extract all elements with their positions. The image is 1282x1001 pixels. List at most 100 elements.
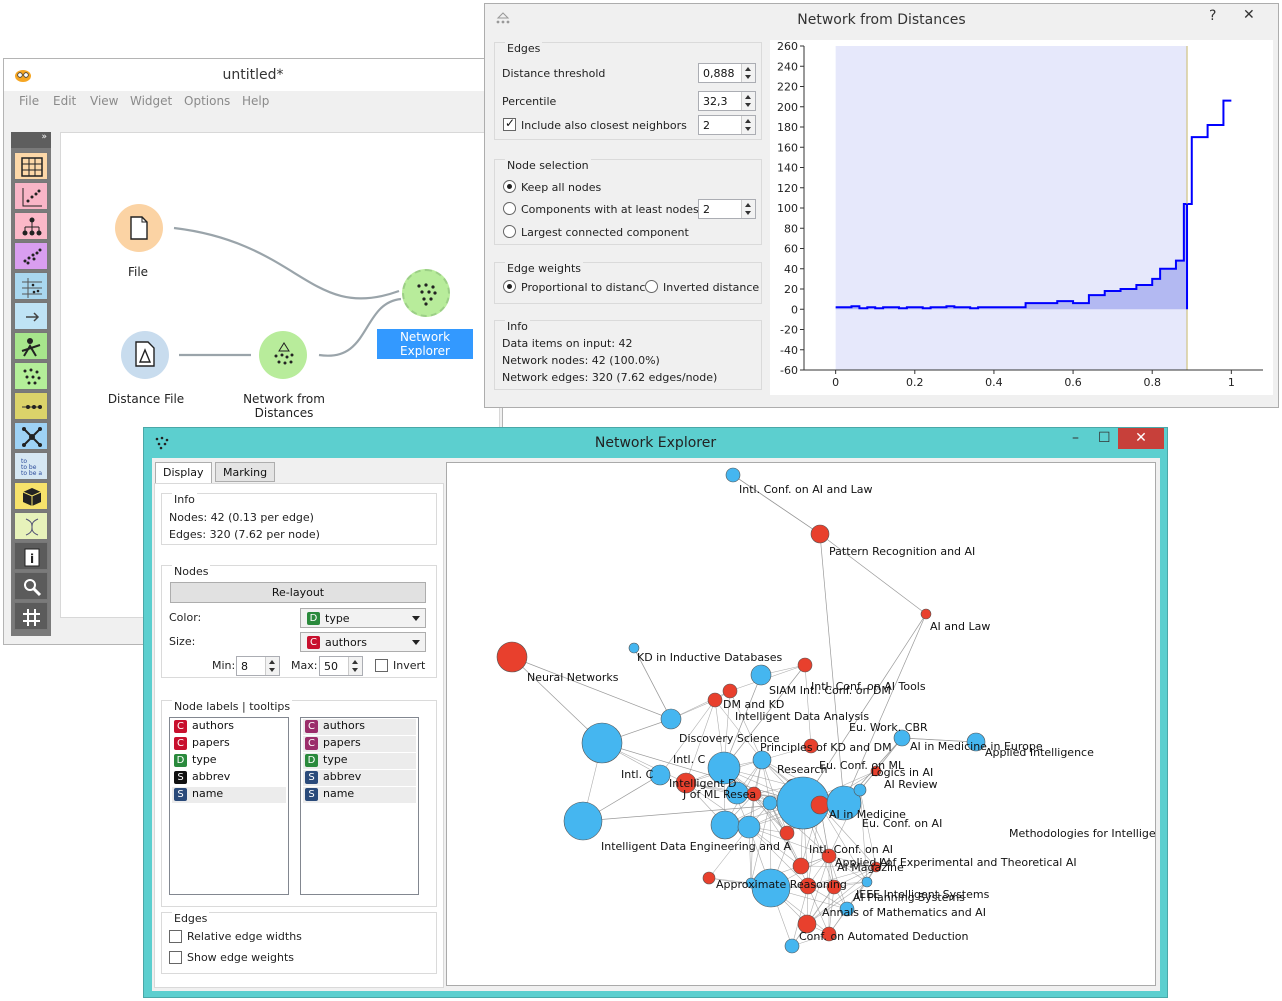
node-label: Conf. on Automated Deduction xyxy=(799,930,969,943)
data-category-button[interactable] xyxy=(14,152,48,180)
spin-arrows-icon[interactable] xyxy=(741,64,755,82)
menu-view[interactable]: View xyxy=(90,94,118,108)
edge-distance-histogram[interactable]: 260240220200180160140120100806040200-20-… xyxy=(770,40,1273,395)
node-label: Intelligent Data Engineering and A xyxy=(601,840,791,853)
maximize-icon[interactable]: ☐ xyxy=(1098,430,1111,446)
display-panel: Info Nodes: 42 (0.13 per edge) Edges: 32… xyxy=(154,483,444,988)
menu-options[interactable]: Options xyxy=(184,94,230,108)
network-from-distances-node[interactable] xyxy=(259,331,307,379)
arrows-icon xyxy=(26,312,40,322)
x-tick-label: 0.2 xyxy=(906,376,924,389)
info-button[interactable]: i xyxy=(14,542,48,570)
neighbors-spinbox[interactable]: 2 xyxy=(698,115,756,135)
components-spinbox[interactable]: 2 xyxy=(698,199,756,219)
info-network-nodes: Network nodes: 42 (100.0%) xyxy=(502,354,660,367)
color-combo[interactable]: Dtype xyxy=(300,608,426,628)
file-node[interactable] xyxy=(115,204,163,252)
visualize-category-button[interactable] xyxy=(14,182,48,210)
network-explorer-button[interactable] xyxy=(14,362,48,390)
graph-node xyxy=(810,524,830,544)
largest-component-radio[interactable] xyxy=(503,225,516,238)
node-label: SIAM Intl. Conf. on DM xyxy=(769,684,891,697)
associate-category-button[interactable] xyxy=(14,302,48,330)
node-label: Eu. Work. CBR xyxy=(849,721,928,734)
network-category-button[interactable] xyxy=(14,332,48,360)
ne-info-edges: Edges: 320 (7.62 per node) xyxy=(169,528,320,541)
close-window-icon[interactable]: ✕ xyxy=(1118,428,1164,449)
list-item[interactable]: Cpapers xyxy=(303,736,416,752)
list-item[interactable]: Cauthors xyxy=(303,719,416,735)
invert-checkbox[interactable] xyxy=(375,659,388,672)
percentile-spinbox[interactable]: 32,3 xyxy=(698,91,756,111)
close-icon[interactable]: ✕ xyxy=(1243,7,1255,23)
y-tick-label: 260 xyxy=(777,40,798,53)
graph-node xyxy=(784,938,800,954)
bioinformatics-category-button[interactable] xyxy=(14,512,48,540)
y-tick-label: -60 xyxy=(780,364,798,377)
components-label: Components with at least nodes xyxy=(521,203,699,216)
grid-button[interactable] xyxy=(14,602,48,630)
text-category-button[interactable]: to to be to be a xyxy=(14,452,48,480)
unsupervised-category-button[interactable] xyxy=(14,242,48,270)
spin-arrows-icon[interactable] xyxy=(741,116,755,134)
tab-marking[interactable]: Marking xyxy=(215,462,276,482)
spin-arrows-icon[interactable] xyxy=(265,657,279,675)
attribute-badge-icon: S xyxy=(305,770,318,784)
network-dots-icon xyxy=(23,368,41,385)
min-label: Min: xyxy=(212,659,236,672)
graph-node xyxy=(779,825,795,841)
list-item[interactable]: Dtype xyxy=(303,753,416,769)
list-item[interactable]: Sname xyxy=(303,787,416,803)
toolbox-toggle[interactable]: » xyxy=(11,132,51,148)
max-label: Max: xyxy=(291,659,318,672)
spin-arrows-icon[interactable] xyxy=(741,200,755,218)
menu-edit[interactable]: Edit xyxy=(53,94,76,108)
list-item[interactable]: Cauthors xyxy=(172,719,286,735)
relayout-button[interactable]: Re-layout xyxy=(170,582,426,603)
search-button[interactable] xyxy=(14,572,48,600)
list-item[interactable]: Cpapers xyxy=(172,736,286,752)
prototypes-category-button[interactable] xyxy=(14,482,48,510)
attribute-name: authors xyxy=(323,719,365,732)
list-item[interactable]: Sname xyxy=(172,787,286,803)
show-weights-checkbox[interactable] xyxy=(169,951,182,964)
minimize-icon[interactable]: – xyxy=(1072,430,1079,446)
timeline-category-button[interactable] xyxy=(14,392,48,420)
list-item[interactable]: Sabbrev xyxy=(172,770,286,786)
model-category-button[interactable] xyxy=(14,212,48,240)
components-radio[interactable] xyxy=(503,202,516,215)
spin-arrows-icon[interactable] xyxy=(741,92,755,110)
include-neighbors-checkbox[interactable] xyxy=(503,116,516,131)
distance-file-node[interactable] xyxy=(121,331,169,379)
network-explorer-icon xyxy=(417,283,437,306)
help-button[interactable]: ? xyxy=(1209,8,1216,24)
max-spinbox[interactable]: 50 xyxy=(319,656,363,676)
size-combo[interactable]: Cauthors xyxy=(300,632,426,652)
min-spinbox[interactable]: 8 xyxy=(236,656,280,676)
distance-threshold-spinbox[interactable]: 0,888 xyxy=(698,63,756,83)
network-explorer-window: Network Explorer – ☐ ✕ Display Marking I… xyxy=(143,427,1168,998)
list-item[interactable]: Dtype xyxy=(172,753,286,769)
worker-icon xyxy=(21,338,41,357)
node-label: Intl. Conf. on AI xyxy=(809,843,893,856)
hub-category-button[interactable] xyxy=(14,422,48,450)
relative-widths-checkbox[interactable] xyxy=(169,930,182,943)
svg-text:to be a: to be a xyxy=(21,470,42,477)
inverted-radio[interactable] xyxy=(645,280,658,293)
network-explorer-node[interactable] xyxy=(402,269,450,317)
tab-display[interactable]: Display xyxy=(155,462,212,484)
evaluate-category-button[interactable] xyxy=(14,272,48,300)
keep-all-nodes-radio[interactable] xyxy=(503,180,516,193)
proportional-radio[interactable] xyxy=(503,280,516,293)
menu-file[interactable]: File xyxy=(19,94,39,108)
labels-list[interactable]: Cauthors Cpapers Dtype Sabbrev Sname xyxy=(169,717,289,895)
node-label: Neural Networks xyxy=(527,671,619,684)
menu-widget[interactable]: Widget xyxy=(130,94,172,108)
list-item[interactable]: Sabbrev xyxy=(303,770,416,786)
tooltips-list[interactable]: Cauthors Cpapers Dtype Sabbrev Sname xyxy=(300,717,419,895)
ne-nodes-title: Nodes xyxy=(172,565,211,578)
spin-arrows-icon[interactable] xyxy=(348,657,362,675)
attribute-badge-icon: D xyxy=(305,753,318,767)
network-graph-view[interactable]: Intl. Conf. on AI and Law Pattern Recogni… xyxy=(446,462,1156,986)
menu-help[interactable]: Help xyxy=(242,94,269,108)
